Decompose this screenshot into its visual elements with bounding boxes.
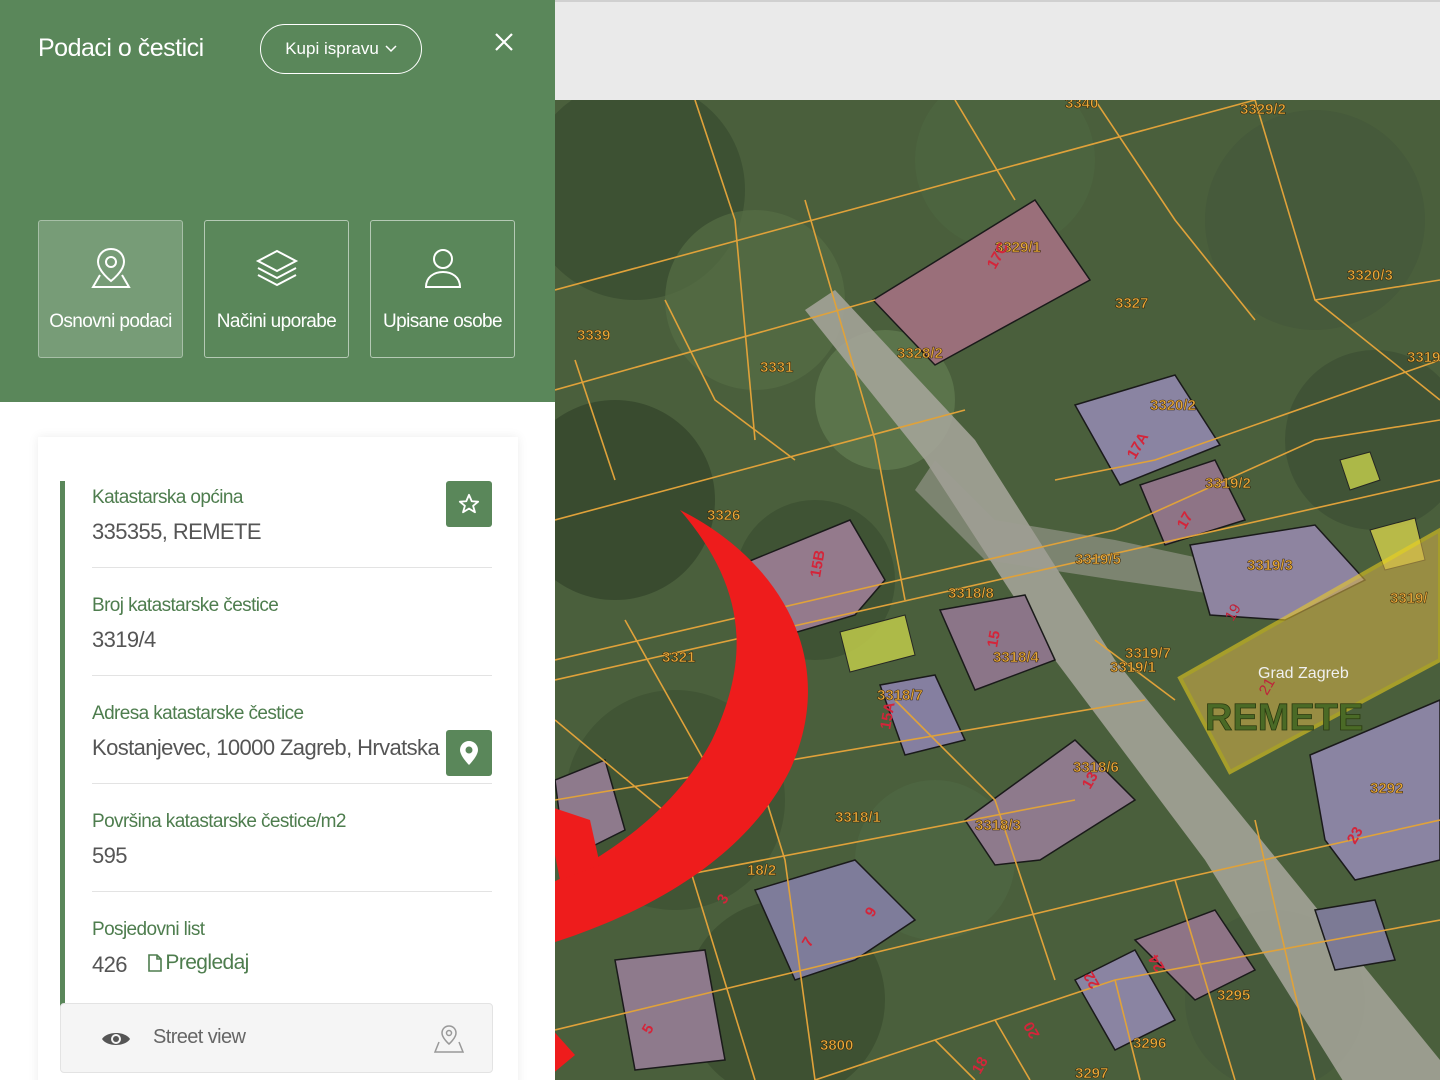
field-possession-sheet: Posjedovni list 426 Pregledaj — [92, 917, 492, 999]
eye-icon — [102, 1033, 130, 1045]
street-view-button[interactable]: Street view — [60, 1003, 493, 1073]
tab-label: Upisane osobe — [383, 311, 503, 332]
parcel-number-label: 3328/2 — [897, 345, 943, 362]
cadastral-map[interactable]: Grad Zagreb REMETE 21 19 3340 3329/23329/… — [555, 100, 1440, 1080]
panel-title: Podaci o čestici — [38, 34, 204, 62]
parcel-number-label: 3292 — [1370, 780, 1403, 797]
parcel-info-panel: Podaci o čestici Kupi ispravu Osnovni po… — [0, 0, 555, 1080]
field-label: Katastarska općina — [92, 487, 243, 508]
close-icon[interactable] — [490, 28, 518, 56]
view-document-label: Pregledaj — [165, 951, 249, 974]
parcel-number-label: 3340 — [1065, 100, 1098, 112]
parcel-number-label: 3318/6 — [1073, 759, 1119, 776]
parcel-number-label: 3319/2 — [1205, 475, 1251, 492]
user-icon — [424, 249, 461, 288]
parcel-number-label: 3326 — [707, 507, 740, 524]
parcel-number-label: 3331 — [760, 359, 793, 376]
field-value: 426 — [92, 952, 128, 977]
tab-label: Osnovni podaci — [49, 311, 172, 332]
parcel-number-label: 3339 — [577, 327, 610, 344]
panel-header: Podaci o čestici Kupi ispravu Osnovni po… — [0, 0, 555, 402]
field-value: 3319/4 — [92, 627, 156, 652]
parcel-number-label: 3318/8 — [948, 585, 994, 602]
parcel-number-label: 18/2 — [747, 862, 776, 879]
tab-label: Načini uporabe — [216, 311, 337, 332]
field-area: Površina katastarske čestice/m2 595 — [92, 809, 492, 892]
tab-registered-persons[interactable]: Upisane osobe — [370, 220, 515, 358]
map-view[interactable]: Grad Zagreb REMETE 21 19 3340 3329/2 3329/… — [555, 0, 1440, 1080]
field-value: Kostanjevec, 10000 Zagreb, Hrvatska — [92, 735, 440, 760]
field-address: Adresa katastarske čestice Kostanjevec, … — [92, 701, 492, 784]
field-label: Adresa katastarske čestice — [92, 703, 304, 724]
field-parcel-number: Broj katastarske čestice 3319/4 — [92, 593, 492, 676]
parcel-number-label: 15 — [984, 629, 1004, 648]
buy-document-button[interactable]: Kupi ispravu — [260, 24, 422, 74]
document-icon — [148, 954, 163, 972]
layers-icon — [255, 249, 298, 287]
parcel-number-label: 3318/4 — [993, 649, 1040, 666]
district-label: REMETE — [1205, 697, 1363, 739]
field-municipality: Katastarska općina 335355, REMETE — [92, 485, 492, 568]
field-label: Posjedovni list — [92, 919, 205, 940]
parcel-number-label: 3320/3 — [1347, 267, 1393, 284]
parcel-number-label: 3320/2 — [1150, 397, 1196, 414]
parcel-number-label: 3319/ — [1390, 590, 1428, 607]
map-pin-icon — [90, 247, 131, 288]
location-marker-icon — [460, 741, 478, 765]
parcel-number-label: 3319 — [1407, 349, 1440, 366]
parcel-number-label: 3319/1 — [1110, 659, 1156, 676]
map-location-icon — [433, 1025, 465, 1053]
view-document-link[interactable]: Pregledaj — [148, 951, 249, 975]
parcel-number-label: 3327 — [1115, 295, 1148, 312]
field-value: 335355, REMETE — [92, 519, 262, 544]
street-view-label: Street view — [153, 1026, 246, 1048]
parcel-number-label: 3321 — [662, 649, 695, 666]
parcel-number-label: 3319/5 — [1075, 551, 1121, 568]
parcel-number-label: 3800 — [820, 1037, 853, 1054]
chevron-down-icon — [385, 45, 397, 53]
field-value: 595 — [92, 843, 128, 868]
field-label: Površina katastarske čestice/m2 — [92, 811, 346, 832]
star-icon — [458, 493, 480, 514]
tab-usage-methods[interactable]: Načini uporabe — [204, 220, 349, 358]
card-accent-bar — [60, 481, 65, 1021]
parcel-number-label: 3329/2 — [1240, 101, 1286, 118]
parcel-number-label: 3296 — [1133, 1035, 1166, 1052]
tab-basic-data[interactable]: Osnovni podaci — [38, 220, 183, 358]
map-top-bar — [555, 0, 1440, 100]
field-label: Broj katastarske čestice — [92, 595, 279, 616]
parcel-details-card: Katastarska općina 335355, REMETE Broj k… — [38, 437, 518, 1080]
parcel-number-label: 3318/3 — [975, 817, 1021, 834]
favorite-button[interactable] — [446, 481, 492, 527]
parcel-number-label: 3297 — [1075, 1065, 1108, 1080]
parcel-number-label: 3319/3 — [1247, 557, 1293, 574]
show-location-button[interactable] — [446, 730, 492, 776]
parcel-number-label: 3295 — [1217, 987, 1250, 1004]
parcel-number-label: 3318/1 — [835, 809, 881, 826]
buy-document-label: Kupi ispravu — [285, 39, 379, 58]
